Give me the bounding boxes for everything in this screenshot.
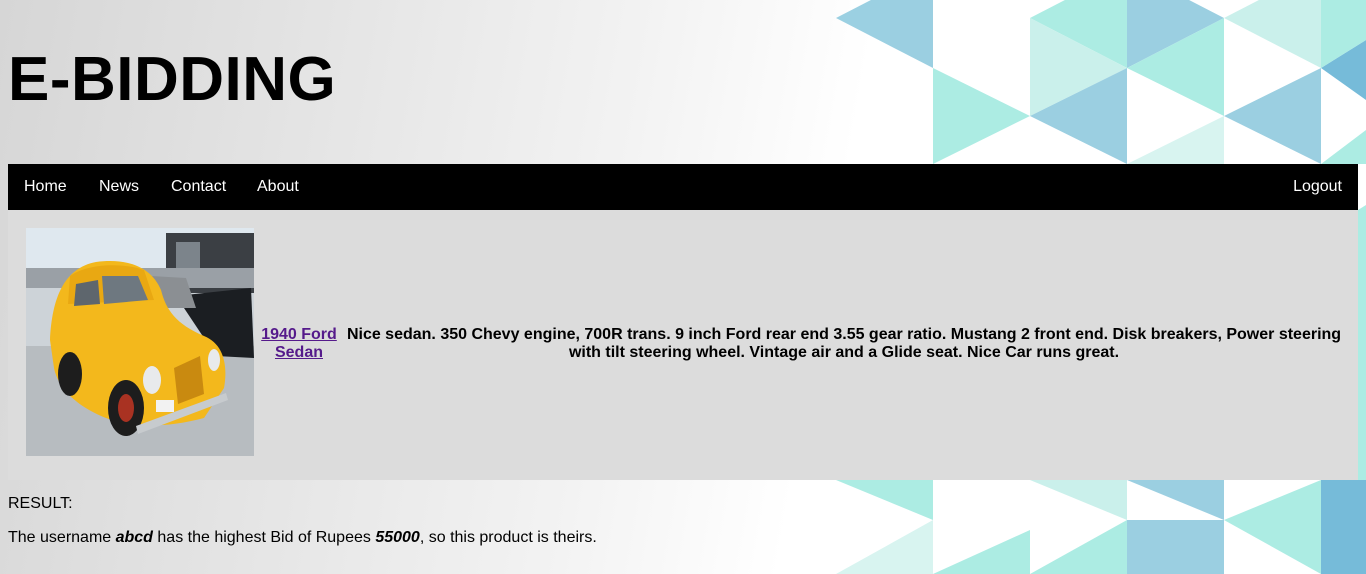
result-text-suffix: , so this product is theirs. — [419, 529, 597, 546]
nav-logout[interactable]: Logout — [1293, 178, 1342, 196]
top-navbar: Home News Contact About Logout — [8, 164, 1358, 210]
product-name-link[interactable]: 1940 Ford Sedan — [256, 326, 342, 362]
nav-about[interactable]: About — [257, 178, 299, 196]
product-panel: 1940 Ford Sedan Nice sedan. 350 Chevy en… — [8, 210, 1358, 480]
nav-home[interactable]: Home — [24, 178, 67, 196]
winner-username: abcd — [115, 529, 153, 546]
site-title: E-BIDDING — [8, 45, 337, 114]
product-image[interactable] — [26, 228, 254, 456]
result-text-middle: has the highest Bid of Rupees — [152, 529, 376, 546]
nav-news[interactable]: News — [99, 178, 139, 196]
product-description: Nice sedan. 350 Chevy engine, 700R trans… — [346, 326, 1342, 361]
result-message: The username abcd has the highest Bid of… — [8, 529, 597, 547]
result-label: RESULT: — [8, 495, 73, 512]
result-text-prefix: The username — [8, 529, 116, 546]
winning-bid-amount: 55000 — [375, 529, 420, 546]
nav-contact[interactable]: Contact — [171, 178, 226, 196]
